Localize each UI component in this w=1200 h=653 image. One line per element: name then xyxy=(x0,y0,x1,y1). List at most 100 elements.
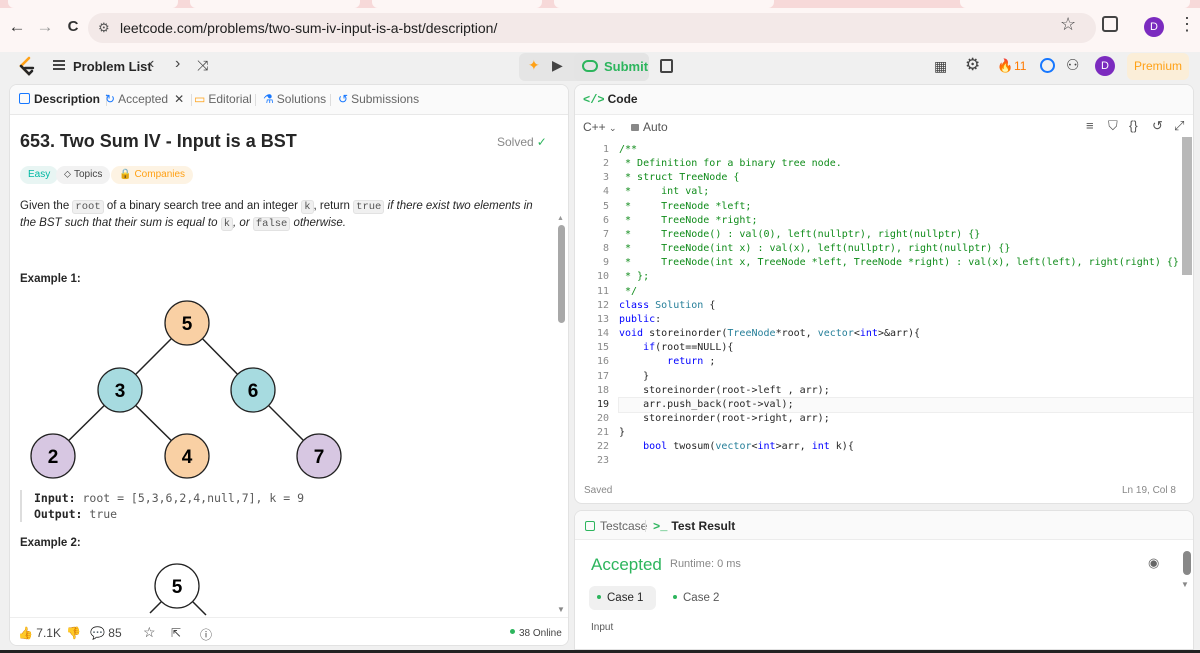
code-line[interactable]: storeinorder(root->left , arr); xyxy=(619,384,1193,398)
case-2-tab[interactable]: Case 2 xyxy=(673,586,719,610)
code-line[interactable]: * int val; xyxy=(619,185,1193,199)
code-line[interactable]: public: xyxy=(619,313,1193,327)
code-line[interactable]: bool twosum(vector<int>arr, int k){ xyxy=(619,440,1193,454)
line-number: 1 xyxy=(602,144,609,155)
bookmark-star-icon[interactable]: ☆ xyxy=(1060,14,1076,35)
list-icon[interactable] xyxy=(53,60,65,70)
code-line[interactable]: class Solution { xyxy=(619,299,1193,313)
code-line[interactable]: if(root==NULL){ xyxy=(619,341,1193,355)
code-line[interactable]: * TreeNode *left; xyxy=(619,200,1193,214)
eye-icon[interactable]: ◉ xyxy=(1148,555,1159,571)
browser-tab[interactable] xyxy=(372,0,542,8)
format-lines-icon[interactable]: ≡ xyxy=(1086,118,1094,133)
code-scrollbar[interactable] xyxy=(1182,137,1192,275)
tab-testcase[interactable]: Testcase xyxy=(585,519,647,533)
close-tab-icon[interactable]: ✕ xyxy=(174,92,184,106)
reset-code-icon[interactable]: ↺ xyxy=(1152,118,1163,134)
reload-button[interactable]: C xyxy=(60,14,86,40)
tab-submissions[interactable]: ↺ Submissions xyxy=(338,92,419,106)
forward-button[interactable]: → xyxy=(32,14,58,40)
shuffle-icon[interactable]: ⤨ xyxy=(197,57,208,74)
tab-test-result[interactable]: >_ Test Result xyxy=(653,519,735,534)
chevron-down-icon: ⌄ xyxy=(609,123,617,133)
code-text-area[interactable]: /** * Definition for a binary tree node.… xyxy=(618,143,1193,469)
code-line[interactable]: } xyxy=(619,426,1193,440)
code-line[interactable]: return ; xyxy=(619,355,1193,369)
code-line[interactable]: void storeinorder(TreeNode*root, vector<… xyxy=(619,327,1193,341)
premium-button[interactable]: Premium xyxy=(1127,53,1189,80)
code-line[interactable]: * TreeNode *right; xyxy=(619,214,1193,228)
code-line[interactable]: * TreeNode() : val(0), left(nullptr), ri… xyxy=(619,228,1193,242)
companies-tag[interactable]: 🔒 Companies xyxy=(111,166,194,184)
submit-button[interactable]: Submit xyxy=(574,53,649,81)
line-number: 16 xyxy=(596,356,609,368)
code-line[interactable]: */ xyxy=(619,285,1193,299)
url-text[interactable]: leetcode.com/problems/two-sum-iv-input-i… xyxy=(120,20,497,36)
comments-button[interactable]: 💬 85 xyxy=(90,626,122,640)
code-line[interactable]: * }; xyxy=(619,270,1193,284)
language-select[interactable]: C++ ⌄ xyxy=(583,120,617,134)
fullscreen-icon[interactable]: ⤢ xyxy=(1174,118,1184,134)
code-line[interactable]: storeinorder(root->right, arr); xyxy=(619,412,1193,426)
code-line[interactable] xyxy=(619,454,1193,468)
problem-list-link[interactable]: Problem List xyxy=(73,59,152,74)
result-scrollbar[interactable] xyxy=(1183,551,1191,575)
streak-count[interactable]: 11 xyxy=(1014,59,1026,73)
submit-label: Submit xyxy=(604,59,649,74)
previous-problem-icon[interactable]: ‹ xyxy=(149,55,154,73)
code-line[interactable]: } xyxy=(619,370,1193,384)
dislike-icon[interactable]: 👎 xyxy=(66,626,81,640)
fire-streak-icon[interactable]: 🔥 xyxy=(997,58,1013,74)
share-icon[interactable]: ⇱ xyxy=(171,626,181,640)
browser-tab[interactable] xyxy=(8,0,178,8)
notes-icon[interactable] xyxy=(660,59,673,73)
code-line[interactable]: * struct TreeNode { xyxy=(619,171,1193,185)
timer-icon[interactable] xyxy=(1040,58,1055,73)
favorite-star-icon[interactable]: ☆ xyxy=(143,624,156,641)
case-1-tab[interactable]: Case 1 xyxy=(589,586,656,610)
layout-grid-icon[interactable]: ▦ xyxy=(934,58,947,75)
auto-mode-toggle[interactable]: Auto xyxy=(631,120,668,134)
tab-editorial[interactable]: ▭ Editorial xyxy=(194,92,252,106)
back-button[interactable]: ← xyxy=(4,14,30,40)
like-button[interactable]: 👍 7.1K xyxy=(18,626,61,640)
tab-solutions[interactable]: ⚗ Solutions xyxy=(263,92,326,106)
tab-accepted[interactable]: ↻ Accepted ✕ xyxy=(105,92,184,106)
site-settings-icon[interactable]: ⚙ xyxy=(98,20,110,36)
code-line[interactable]: * Definition for a binary tree node. xyxy=(619,157,1193,171)
scroll-down-arrow-icon[interactable]: ▼ xyxy=(557,605,565,614)
bookmark-icon[interactable]: ⛉ xyxy=(1108,118,1118,134)
settings-gear-icon[interactable]: ⚙ xyxy=(965,55,980,75)
tab-description[interactable]: Description xyxy=(19,92,100,106)
code-line-active[interactable]: arr.push_back(root->val); xyxy=(618,396,1193,413)
scroll-down-arrow-icon[interactable]: ▼ xyxy=(1181,580,1189,589)
code-line[interactable]: * TreeNode(int x) : val(x), left(nullptr… xyxy=(619,242,1193,256)
code-line[interactable]: /** xyxy=(619,143,1193,157)
browser-tab-active[interactable] xyxy=(554,0,774,8)
help-icon[interactable]: ⓘ xyxy=(200,626,212,643)
extensions-icon[interactable] xyxy=(1102,16,1118,32)
user-avatar[interactable]: D xyxy=(1095,56,1115,76)
next-problem-icon[interactable]: › xyxy=(175,55,180,73)
code-line[interactable]: * TreeNode(int x, TreeNode *left, TreeNo… xyxy=(619,256,1193,270)
debug-icon[interactable]: ✦ xyxy=(528,57,540,74)
code-tab[interactable]: </> Code xyxy=(583,92,638,107)
address-bar[interactable]: ⚙ leetcode.com/problems/two-sum-iv-input… xyxy=(88,13,1096,43)
desc-text: , or xyxy=(233,217,253,229)
description-scrollbar[interactable] xyxy=(558,225,565,323)
test-result-panel: Testcase >_ Test Result Accepted Runtime:… xyxy=(574,510,1194,650)
problem-description: Given the root of a binary search tree a… xyxy=(20,198,550,232)
browser-tab[interactable] xyxy=(190,0,360,8)
run-icon[interactable]: ▶ xyxy=(552,57,563,74)
add-person-icon[interactable]: ⚇ xyxy=(1066,56,1079,74)
description-tab-icon xyxy=(19,93,30,104)
browser-profile-avatar[interactable]: D xyxy=(1144,17,1164,37)
scroll-up-arrow-icon[interactable]: ▲ xyxy=(557,215,564,222)
browser-menu-icon[interactable]: ⋮ xyxy=(1178,14,1196,35)
braces-icon[interactable]: {} xyxy=(1129,118,1138,133)
leetcode-logo-icon[interactable] xyxy=(16,56,36,78)
problem-title[interactable]: 653. Two Sum IV - Input is a BST xyxy=(20,131,297,152)
browser-tab[interactable] xyxy=(960,0,1190,8)
example-1-io: Input: root = [5,3,6,2,4,null,7], k = 9 … xyxy=(20,490,540,522)
topics-tag[interactable]: ⬦ Topics xyxy=(56,166,111,184)
